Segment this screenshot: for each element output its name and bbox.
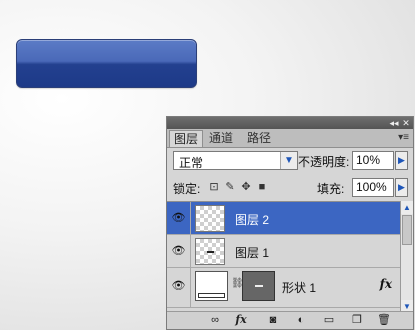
- lock-label: 锁定:: [173, 182, 201, 196]
- adjustment-layer-icon[interactable]: ◐: [293, 313, 309, 327]
- blend-mode-value: 正常: [179, 156, 204, 170]
- scroll-thumb[interactable]: [402, 215, 412, 245]
- collapse-icon[interactable]: ◂◂: [388, 117, 400, 129]
- opacity-slider-arrow-icon[interactable]: ▶: [395, 151, 408, 170]
- fx-icon[interactable]: fx: [380, 277, 392, 291]
- tab-channels[interactable]: 通道: [205, 130, 237, 147]
- link-layers-icon[interactable]: ∞: [207, 313, 223, 327]
- layer-name[interactable]: 图层 1: [235, 244, 269, 261]
- eye-icon[interactable]: 👁: [167, 268, 191, 307]
- layers-list: 👁 图层 2 👁 图层 1 👁 ⛓ 形状 1 fx: [167, 201, 400, 314]
- opacity-value: 10%: [356, 153, 381, 167]
- fill-field[interactable]: 100%: [352, 178, 394, 197]
- panel-tabs: 图层 通道 路径 ▾≡: [167, 129, 413, 148]
- tab-paths[interactable]: 路径: [243, 130, 275, 147]
- eye-icon[interactable]: 👁: [167, 235, 191, 267]
- blend-mode-select[interactable]: 正常 ▼: [173, 151, 298, 170]
- layer-name[interactable]: 形状 1: [282, 279, 316, 296]
- add-style-fx-icon[interactable]: fx: [233, 313, 249, 327]
- eye-icon[interactable]: 👁: [167, 202, 191, 234]
- chevron-down-icon[interactable]: ▼: [280, 152, 297, 169]
- layers-scrollbar[interactable]: ▲ ▼: [400, 201, 413, 313]
- lock-transparent-icon[interactable]: ⊡: [208, 181, 220, 193]
- layer-thumbnail: [195, 205, 225, 232]
- layers-panel: ◂◂ ✕ 图层 通道 路径 ▾≡ 正常 ▼ 不透明度: 10% ▶ 锁定: ⊡ …: [166, 116, 414, 330]
- blue-glossy-button-artwork: [16, 39, 197, 88]
- fill-value: 100%: [356, 180, 387, 194]
- panel-menu-icon[interactable]: ▾≡: [398, 130, 409, 146]
- blend-opacity-row: 正常 ▼ 不透明度: 10% ▶: [167, 148, 413, 174]
- lock-all-icon[interactable]: ■: [256, 181, 268, 193]
- lock-brush-icon[interactable]: ✎: [224, 181, 236, 193]
- tab-layers[interactable]: 图层: [169, 130, 204, 147]
- panel-titlebar: ◂◂ ✕: [167, 117, 413, 129]
- lock-fill-row: 锁定: ⊡ ✎ ✥ ■ 填充: 100% ▶: [167, 174, 413, 200]
- fill-label: 填充:: [317, 182, 345, 196]
- vector-mask-thumbnail[interactable]: [242, 271, 275, 301]
- folder-icon[interactable]: ▭: [321, 313, 337, 327]
- lock-move-icon[interactable]: ✥: [240, 181, 252, 193]
- new-layer-icon[interactable]: ❐: [349, 313, 365, 327]
- layer-name[interactable]: 图层 2: [235, 211, 269, 228]
- layer-row[interactable]: 👁 图层 1: [167, 235, 400, 268]
- trash-icon[interactable]: 🗑: [376, 313, 392, 327]
- panel-footer: ∞ fx ◙ ◐ ▭ ❐ 🗑: [167, 311, 413, 329]
- layer-row[interactable]: 👁 图层 2: [167, 202, 400, 235]
- scroll-up-icon[interactable]: ▲: [401, 201, 413, 214]
- layer-thumbnail: [195, 238, 225, 265]
- opacity-label: 不透明度:: [298, 155, 350, 169]
- layer-row[interactable]: 👁 ⛓ 形状 1 fx: [167, 268, 400, 308]
- fill-slider-arrow-icon[interactable]: ▶: [395, 178, 408, 197]
- opacity-field[interactable]: 10%: [352, 151, 394, 170]
- shape-layer-thumbnail: [195, 271, 228, 301]
- add-mask-icon[interactable]: ◙: [265, 313, 281, 327]
- close-icon[interactable]: ✕: [400, 117, 412, 129]
